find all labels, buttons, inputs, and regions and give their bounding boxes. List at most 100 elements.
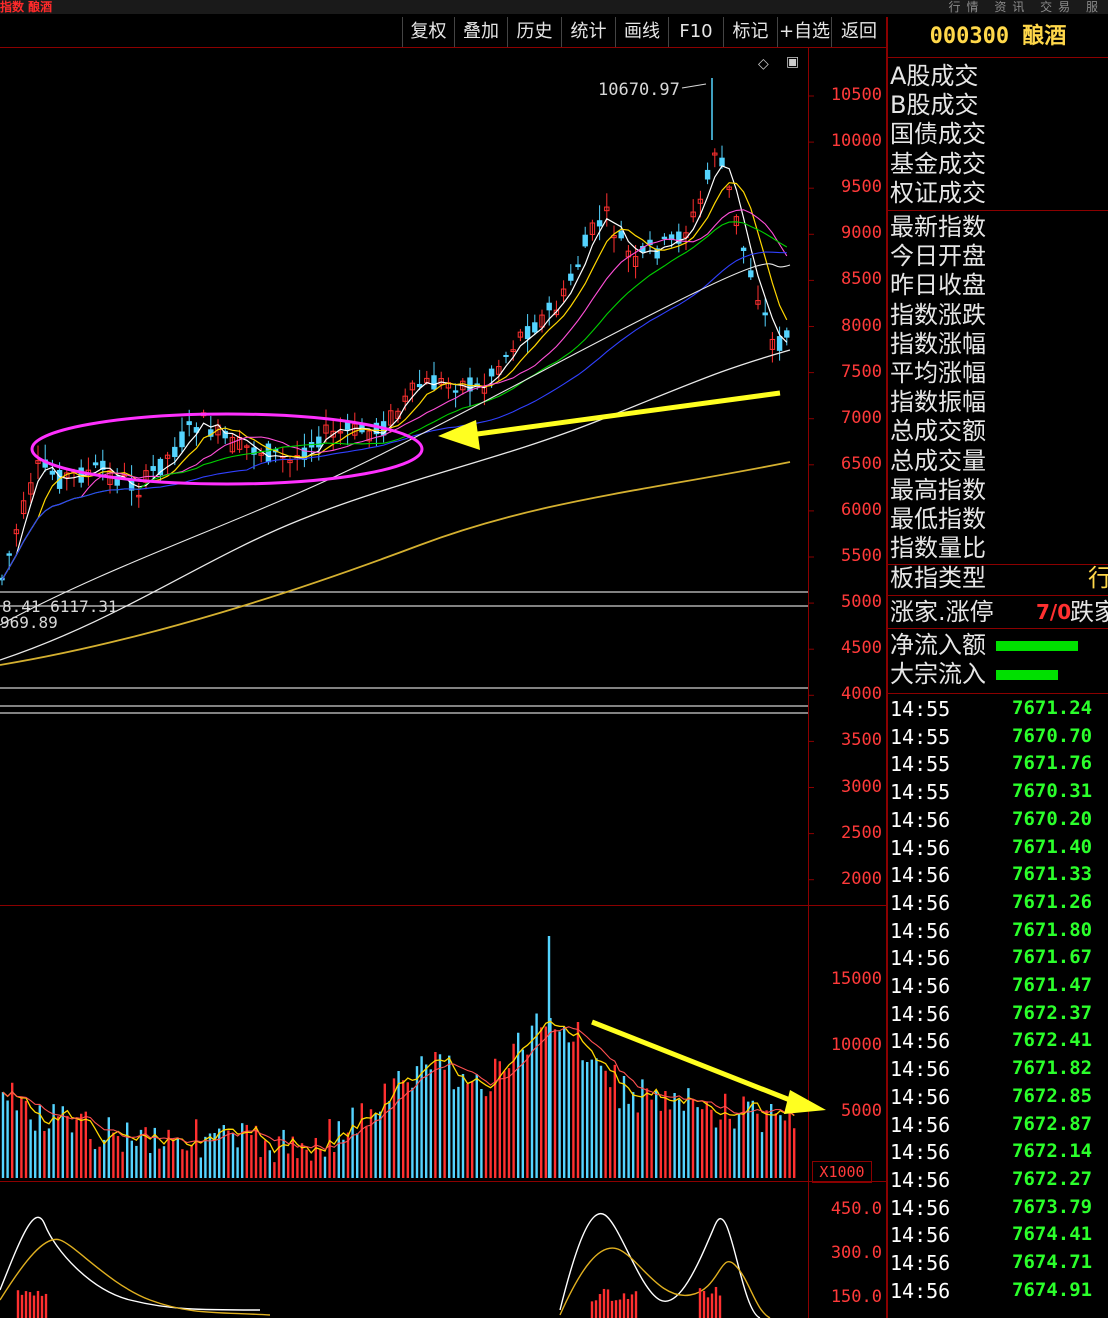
candle-body [524, 326, 531, 340]
tick-row: 14:55 7671.24 [888, 697, 1108, 724]
stat-label: 总成交额 [890, 417, 986, 446]
tick-row: 14:55 7671.76 [888, 752, 1108, 779]
tick-time: 14:56 [890, 1140, 951, 1165]
ma120-line [0, 349, 791, 661]
tick-value: 7672.14 [1012, 1140, 1093, 1163]
tick-value: 7672.27 [1012, 1167, 1093, 1190]
candle-body [150, 466, 156, 471]
price-tick-label: 8000 [841, 315, 882, 336]
price-tick-label: 4500 [841, 638, 882, 659]
tick-row: 14:56 7670.20 [888, 808, 1108, 835]
tick-row: 14:56 7671.40 [888, 836, 1108, 863]
tick-time: 14:56 [890, 918, 951, 943]
price-tick-label: 4000 [841, 684, 882, 705]
tick-time: 14:55 [890, 724, 951, 749]
candle-body [575, 264, 581, 268]
tick-value: 7671.67 [1012, 946, 1093, 969]
tick-value: 7670.70 [1012, 724, 1093, 747]
ma90-line [0, 263, 791, 626]
tick-value: 7674.91 [1012, 1278, 1093, 1301]
candle-body [416, 383, 423, 388]
candle-body [179, 431, 185, 448]
candle-body [172, 446, 178, 458]
sector-type-value: 行 [1088, 564, 1108, 592]
net-inflow-bar [996, 641, 1078, 651]
stat-label: 昨日收盘 [890, 271, 986, 300]
tick-value: 7671.47 [1012, 974, 1093, 996]
trend-arrow-line [469, 390, 781, 438]
top-nav-tabs[interactable]: 行情 资讯 交易 服 [949, 0, 1104, 15]
tick-time: 14:56 [890, 1112, 951, 1137]
candle-body [719, 157, 725, 167]
down-count-label: 跌家 [1070, 598, 1108, 626]
tick-value: 7672.37 [1012, 1001, 1093, 1024]
tick-value: 7671.76 [1012, 752, 1093, 775]
stat-label: 今日开盘 [890, 242, 986, 271]
tick-row: 14:56 7671.26 [888, 891, 1108, 918]
tick-value: 7672.85 [1012, 1084, 1093, 1107]
candle-body [344, 421, 351, 430]
candle-body [6, 553, 12, 556]
stat-label: 指数量比 [890, 534, 986, 563]
price-tick-label: 8500 [841, 269, 882, 290]
tick-value: 7671.80 [1012, 918, 1093, 941]
candle-body [431, 375, 437, 390]
tick-value: 7673.79 [1012, 1195, 1093, 1218]
tick-row: 14:56 7674.71 [888, 1251, 1108, 1278]
price-tick-label: 7000 [841, 407, 882, 428]
sidebar-divider [888, 595, 1108, 596]
tick-value: 7671.26 [1012, 890, 1093, 913]
stat-label: 权证成交 [890, 178, 986, 207]
tick-time: 14:56 [890, 890, 951, 915]
tick-time: 14:56 [890, 1167, 951, 1192]
stat-label: 国债成交 [890, 120, 986, 149]
tick-value: 7671.82 [1012, 1057, 1093, 1080]
stat-label: 最新指数 [890, 213, 986, 241]
stat-label: 平均涨幅 [890, 359, 986, 387]
volume-tick-label: 5000 [841, 1101, 882, 1121]
stat-label: A股成交 [890, 62, 979, 90]
security-code-name: 000300 酿酒 [929, 24, 1067, 49]
tick-value: 7671.24 [1012, 697, 1093, 719]
tick-value: 7670.31 [1012, 780, 1093, 803]
candle-body [503, 354, 509, 357]
tick-time: 14:56 [890, 1195, 951, 1220]
price-tick-label: 5000 [841, 592, 882, 613]
candle-body [776, 336, 783, 351]
sidebar-divider [888, 57, 1108, 58]
tick-time: 14:56 [890, 1084, 951, 1109]
price-tick-label: 2500 [841, 822, 882, 843]
tick-time: 14:56 [890, 807, 951, 832]
tick-time: 14:56 [890, 1029, 951, 1054]
stat-label: 指数涨跌 [890, 300, 986, 329]
candle-body [488, 368, 495, 377]
stat-label: 指数涨幅 [890, 329, 986, 358]
tick-time: 14:56 [890, 835, 951, 860]
indicator-line-2 [0, 1238, 771, 1318]
candle-body [265, 443, 272, 463]
indicator-line-1 [0, 1212, 761, 1318]
tick-value: 7671.33 [1012, 863, 1093, 886]
block-inflow-bar [996, 670, 1058, 680]
indicator-tick-label: 300.0 [830, 1243, 882, 1263]
tick-row: 14:56 7672.41 [888, 1029, 1108, 1056]
candle-body [186, 421, 192, 426]
sector-type-label: 板指类型 [890, 564, 986, 592]
tick-time: 14:55 [890, 752, 951, 777]
candle-body [618, 230, 624, 239]
candle-body [740, 247, 747, 251]
ma60-line [1, 251, 787, 581]
price-tick-label: 6000 [841, 499, 882, 520]
left-price-label-2: 969.89 [0, 613, 58, 632]
tick-time: 14:56 [890, 863, 951, 888]
kline-chart[interactable]: 10670.978.41 6117.31969.89 [0, 0, 886, 1318]
stat-label: 指数振幅 [890, 388, 986, 417]
tick-row: 14:55 7670.70 [888, 725, 1108, 752]
volume-tick-label: 10000 [830, 1035, 882, 1055]
sidebar-divider [888, 210, 1108, 211]
tick-time: 14:55 [890, 780, 951, 805]
tick-row: 14:56 7671.47 [888, 974, 1108, 1001]
tick-value: 7670.20 [1012, 807, 1093, 830]
volume-unit-label: X1000 [812, 1161, 872, 1183]
candle-body [467, 377, 473, 392]
